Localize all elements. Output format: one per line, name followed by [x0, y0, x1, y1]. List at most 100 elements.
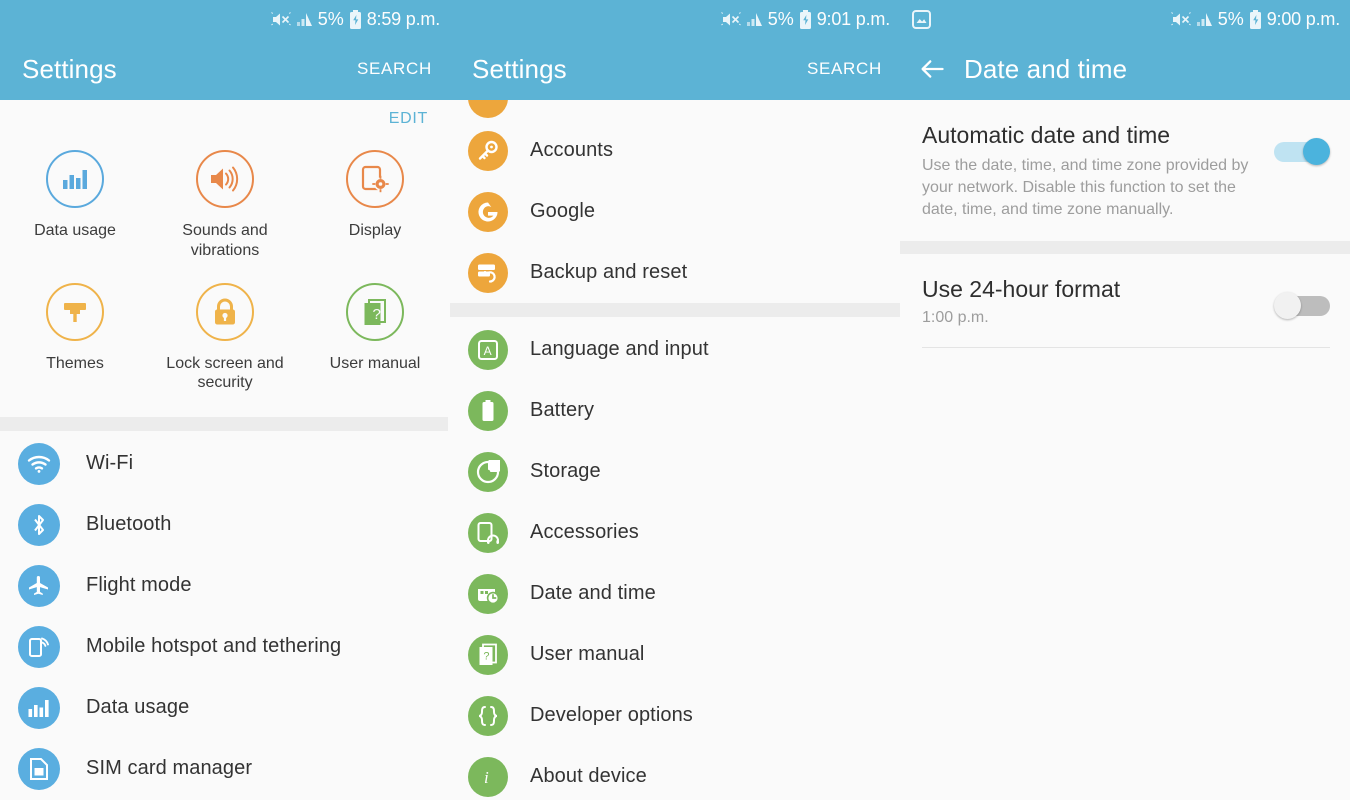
grid-item-display[interactable]: Display — [300, 142, 450, 275]
braces-icon — [468, 695, 508, 736]
list-item-google[interactable]: Google — [450, 181, 900, 242]
panel-settings-main: 5% 8:59 p.m. Settings SEARCH EDIT Data u… — [0, 0, 450, 800]
language-a-icon: A — [468, 329, 508, 370]
bar-chart-icon — [46, 150, 104, 208]
setting-title: Use 24-hour format — [922, 276, 1121, 303]
grid-item-label: Themes — [46, 354, 104, 372]
page-title: Settings — [472, 53, 567, 84]
list-item-label: User manual — [530, 643, 645, 665]
list-item-bluetooth[interactable]: Bluetooth — [0, 494, 450, 555]
grid-item-data-usage[interactable]: Data usage — [0, 142, 150, 275]
signal-icon — [1196, 12, 1212, 26]
panel-settings-scrolled: 5% 9:01 p.m. Settings SEARCH Accounts Go… — [450, 0, 900, 800]
manual-book-icon: ? — [468, 634, 508, 675]
edit-row: EDIT — [0, 100, 450, 138]
back-arrow-icon[interactable] — [918, 55, 946, 83]
search-button[interactable]: SEARCH — [807, 59, 882, 79]
list-item-about-device[interactable]: i About device — [450, 746, 900, 800]
backup-restore-icon — [468, 252, 508, 293]
hotspot-icon — [18, 625, 60, 668]
list-item-storage[interactable]: Storage — [450, 441, 900, 502]
status-time: 9:01 p.m. — [816, 8, 890, 29]
page-title: Date and time — [964, 53, 1128, 84]
setting-use-24-hour-format[interactable]: Use 24-hour format 1:00 p.m. — [900, 254, 1350, 347]
bluetooth-icon — [18, 503, 60, 546]
list-item-flight-mode[interactable]: Flight mode — [0, 555, 450, 616]
list-item-label: Accessories — [530, 521, 639, 543]
list-item-battery[interactable]: Battery — [450, 380, 900, 441]
manual-book-icon: ? — [346, 282, 404, 341]
status-bar-left: 5% 8:59 p.m. — [0, 0, 450, 38]
status-bar-middle: 5% 9:01 p.m. — [450, 0, 900, 38]
screenshot-icon — [912, 9, 931, 29]
quick-settings-grid: Data usage Sounds and vibrations Display… — [0, 138, 450, 417]
edit-button[interactable]: EDIT — [389, 110, 428, 128]
list-item-language-and-input[interactable]: A Language and input — [450, 319, 900, 380]
setting-description: Use the date, time, and time zone provid… — [922, 157, 1249, 219]
battery-charging-icon — [349, 9, 361, 29]
wifi-icon — [18, 442, 60, 485]
list-item-label: Language and input — [530, 338, 709, 360]
list-item-developer-options[interactable]: Developer options — [450, 685, 900, 746]
settings-list-group-2: A Language and input Battery Storage Acc… — [450, 317, 900, 800]
bar-chart-icon — [18, 686, 60, 729]
list-item-accessories[interactable]: Accessories — [450, 502, 900, 563]
grid-item-themes[interactable]: Themes — [0, 275, 150, 408]
list-item-label: Google — [530, 200, 596, 222]
app-bar-right: Date and time — [900, 38, 1350, 100]
sim-card-icon — [18, 747, 60, 790]
list-item-label: Developer options — [530, 704, 693, 726]
list-item-user-manual[interactable]: ? User manual — [450, 624, 900, 685]
list-item-date-and-time[interactable]: Date and time — [450, 563, 900, 624]
grid-item-label: Data usage — [34, 222, 116, 239]
list-item-label: Battery — [530, 399, 595, 421]
battery-percent: 5% — [317, 8, 344, 29]
list-item-sim-card-manager[interactable]: SIM card manager — [0, 738, 450, 799]
list-item-wifi[interactable]: Wi-Fi — [0, 433, 450, 494]
lock-icon — [196, 282, 254, 341]
list-item-label: Accounts — [530, 139, 614, 161]
svg-text:i: i — [484, 768, 489, 787]
toggle-use-24-hour-format[interactable] — [1274, 292, 1330, 320]
list-item-label: Storage — [530, 460, 601, 482]
grid-item-user-manual[interactable]: ? User manual — [300, 275, 450, 408]
battery-percent: 5% — [767, 8, 794, 29]
battery-charging-icon — [1249, 9, 1261, 29]
google-g-icon — [468, 191, 508, 232]
toggle-automatic-date-and-time[interactable] — [1274, 138, 1330, 165]
app-bar-left: Settings SEARCH — [0, 38, 450, 100]
list-item-mobile-hotspot-and-tethering[interactable]: Mobile hotspot and tethering — [0, 616, 450, 677]
list-item-partial-above — [450, 100, 900, 118]
signal-icon — [746, 12, 762, 26]
calendar-clock-icon — [468, 573, 508, 614]
app-bar-middle: Settings SEARCH — [450, 38, 900, 100]
svg-text:A: A — [484, 344, 492, 358]
grid-item-label: Lock screen and security — [166, 354, 284, 392]
setting-automatic-date-and-time[interactable]: Automatic date and time Use the date, ti… — [900, 100, 1350, 242]
list-item-label: SIM card manager — [86, 757, 253, 780]
list-item-label: Mobile hotspot and tethering — [86, 635, 342, 658]
grid-item-sounds-and-vibrations[interactable]: Sounds and vibrations — [150, 142, 300, 275]
grid-item-label: Display — [348, 222, 402, 239]
search-button[interactable]: SEARCH — [357, 59, 432, 79]
speaker-icon — [196, 150, 254, 208]
section-divider — [900, 241, 1350, 255]
list-item-backup-and-reset[interactable]: Backup and reset — [450, 242, 900, 303]
setting-value: 1:00 p.m. — [922, 308, 989, 326]
status-bar-right: 5% 9:00 p.m. — [900, 0, 1350, 38]
setting-title: Automatic date and time — [922, 122, 1171, 148]
grid-item-label: User manual — [329, 354, 421, 372]
grid-item-lock-screen-and-security[interactable]: Lock screen and security — [150, 275, 300, 408]
info-icon: i — [468, 756, 508, 797]
list-item-data-usage[interactable]: Data usage — [0, 677, 450, 738]
storage-disc-icon — [468, 451, 508, 492]
page-title: Settings — [22, 53, 117, 84]
battery-charging-icon — [799, 9, 811, 29]
panel-date-and-time: 5% 9:00 p.m. Date and time Automatic dat… — [900, 0, 1350, 800]
list-item-label: Wi-Fi — [86, 452, 134, 475]
list-divider — [922, 346, 1330, 348]
list-item-accounts[interactable]: Accounts — [450, 120, 900, 181]
mute-icon — [270, 11, 291, 25]
mute-icon — [720, 11, 741, 25]
list-item-label: Backup and reset — [530, 261, 688, 283]
